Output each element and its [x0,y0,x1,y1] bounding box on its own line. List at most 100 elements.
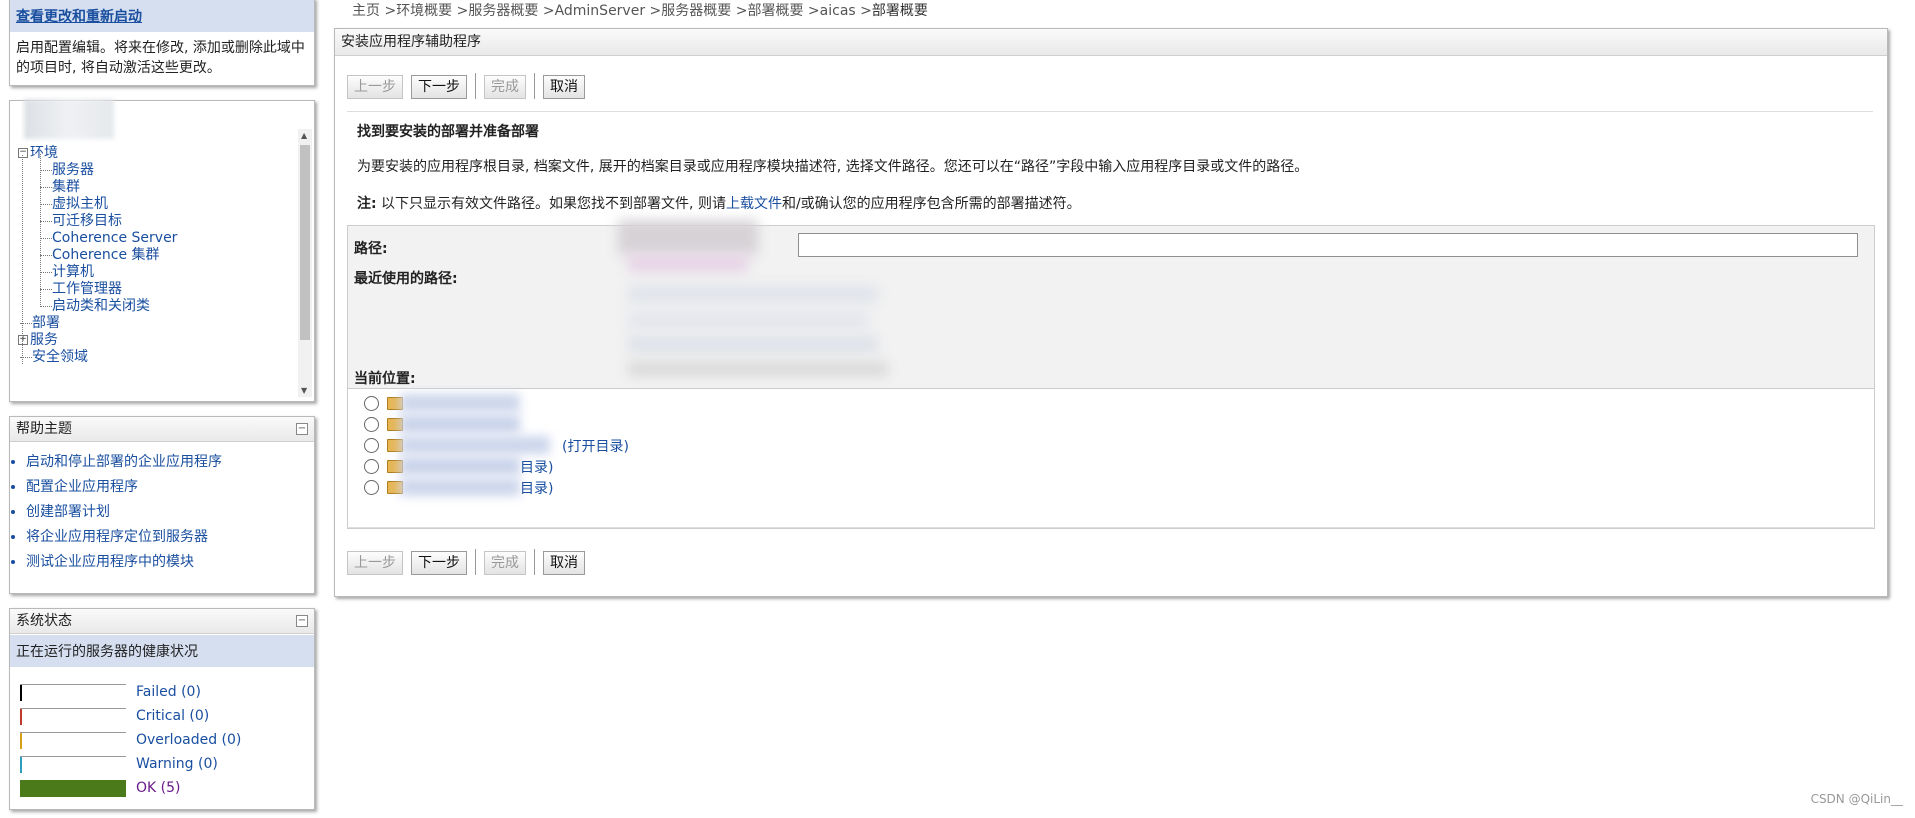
system-status-panel: 系统状态 − 正在运行的服务器的健康状况 Failed (0) Critical … [9,608,315,810]
location-radio[interactable] [364,437,379,453]
change-center-header: 查看更改和重新启动 [10,0,314,32]
finish-button[interactable]: 完成 [484,75,526,99]
upload-file-link[interactable]: 上载文件 [726,196,782,212]
location-row[interactable] [364,392,403,414]
health-bar [20,707,126,725]
location-tail[interactable]: 目录) [520,478,553,498]
expand-icon[interactable]: + [18,335,28,345]
note-label: 注: [357,196,377,212]
view-changes-restart-link[interactable]: 查看更改和重新启动 [16,9,142,25]
tree-scrollbar[interactable]: ▲ ▼ [298,129,312,397]
help-topic-link[interactable]: 启动和停止部署的企业应用程序 [26,454,222,470]
location-tail[interactable]: (打开目录) [562,436,629,456]
redacted-location [400,478,520,496]
system-status-subtitle: 正在运行的服务器的健康状况 [10,635,314,667]
back-button[interactable]: 上一步 [347,551,403,575]
health-bar [20,779,126,797]
help-topic-link[interactable]: 测试企业应用程序中的模块 [26,554,194,570]
tree-node-label[interactable]: 集群 [52,179,80,195]
health-row: Overloaded (0) [20,729,241,751]
scroll-down-icon[interactable]: ▼ [301,386,307,395]
location-radio[interactable] [364,416,379,432]
breadcrumb-item[interactable]: AdminServer [555,3,646,19]
help-topic-item: 测试企业应用程序中的模块 [26,550,314,575]
scroll-up-icon[interactable]: ▲ [301,131,307,140]
help-topic-link[interactable]: 将企业应用程序定位到服务器 [26,529,208,545]
tree-node-security-realms: 安全领域 [20,347,88,367]
domain-tree: − 环境 服务器 集群 虚拟主机 可迁移目标 Coherence Server Coheren… [10,143,294,398]
tree-node-label[interactable]: 安全领域 [32,349,88,365]
change-center-panel: 查看更改和重新启动 启用配置编辑。将来在修改, 添加或删除此域中的项目时, 将自… [9,0,315,86]
health-link[interactable]: Failed (0) [136,684,201,700]
section-title: 找到要安装的部署并准备部署 [357,124,539,140]
path-form: 路径: 最近使用的路径: 当前位置: (打开目录) 目录) 目录) [347,220,1875,529]
tree-node-label[interactable]: 服务 [30,332,58,348]
tree-node-label[interactable]: 计算机 [52,264,94,280]
breadcrumb-item[interactable]: 部署概要 [747,3,803,19]
breadcrumb: 主页 >环境概要 >服务器概要 >AdminServer >服务器概要 >部署概… [352,0,928,20]
location-radio[interactable] [364,458,379,474]
health-link[interactable]: Warning (0) [136,756,218,772]
breadcrumb-item[interactable]: aicas [820,3,856,19]
tree-node-label[interactable]: 服务器 [52,162,94,178]
health-link[interactable]: Overloaded (0) [136,732,241,748]
help-topic-link[interactable]: 配置企业应用程序 [26,479,138,495]
breadcrumb-separator: > [731,3,748,19]
scroll-thumb[interactable] [300,145,310,340]
install-wizard-panel: 安装应用程序辅助程序 上一步 下一步 完成 取消 找到要安装的部署并准备部署 为要安装… [334,28,1888,597]
health-bar [20,683,126,701]
collapse-icon[interactable]: − [296,423,308,435]
health-row: OK (5) [20,777,180,799]
note-pre: 以下只显示有效文件路径。如果您找不到部署文件, 则请 [376,196,726,212]
next-button[interactable]: 下一步 [411,75,467,99]
change-center-description: 启用配置编辑。将来在修改, 添加或删除此域中的项目时, 将自动激活这些更改。 [16,40,305,76]
tree-node-label[interactable]: Coherence 集群 [52,247,160,263]
tree-node-label[interactable]: 启动类和关闭类 [52,298,150,314]
recent-paths-label: 最近使用的路径: [354,271,458,287]
help-topic-item: 创建部署计划 [26,500,314,525]
tree-node-label[interactable]: 可迁移目标 [52,213,122,229]
help-topic-link[interactable]: 创建部署计划 [26,504,110,520]
breadcrumb-separator: > [645,3,662,19]
breadcrumb-separator: > [538,3,555,19]
tree-node-label[interactable]: 工作管理器 [52,281,122,297]
tree-node-label[interactable]: 虚拟主机 [52,196,108,212]
location-row[interactable] [364,413,403,435]
location-radio[interactable] [364,395,379,411]
location-radio[interactable] [364,479,379,495]
redacted-recent [628,336,878,352]
breadcrumb-separator: > [855,3,872,19]
finish-button[interactable]: 完成 [484,551,526,575]
tree-node-label[interactable]: Coherence Server [52,230,177,246]
location-row[interactable] [364,434,403,456]
redacted-recent [628,254,748,272]
next-button[interactable]: 下一步 [411,551,467,575]
system-status-header: 系统状态 − [10,609,314,634]
redacted-location [400,436,550,454]
breadcrumb-item[interactable]: 环境概要 [396,3,452,19]
path-label: 路径: [354,241,388,257]
path-input[interactable] [798,233,1858,257]
cancel-button[interactable]: 取消 [543,551,585,575]
health-link[interactable]: OK (5) [136,780,180,796]
back-button[interactable]: 上一步 [347,75,403,99]
tree-node-label[interactable]: 环境 [30,145,58,161]
breadcrumb-current: 部署概要 [871,3,928,19]
cancel-button[interactable]: 取消 [543,75,585,99]
tree-node-label[interactable]: 部署 [32,315,60,331]
collapse-icon[interactable]: − [296,615,308,627]
collapse-icon[interactable]: − [18,148,28,158]
location-tail[interactable]: 目录) [520,457,553,477]
breadcrumb-item[interactable]: 主页 [352,3,380,19]
breadcrumb-separator: > [452,3,469,19]
health-link[interactable]: Critical (0) [136,708,209,724]
redacted-location [400,415,520,433]
location-row[interactable] [364,455,403,477]
breadcrumb-item[interactable]: 服务器概要 [661,3,731,19]
redacted-recent [628,312,868,328]
help-topics-panel: 帮助主题 − 启动和停止部署的企业应用程序配置企业应用程序创建部署计划将企业应用… [9,416,315,594]
breadcrumb-item[interactable]: 服务器概要 [468,3,538,19]
health-row: Critical (0) [20,705,209,727]
location-row[interactable] [364,476,403,498]
help-topic-item: 配置企业应用程序 [26,475,314,500]
